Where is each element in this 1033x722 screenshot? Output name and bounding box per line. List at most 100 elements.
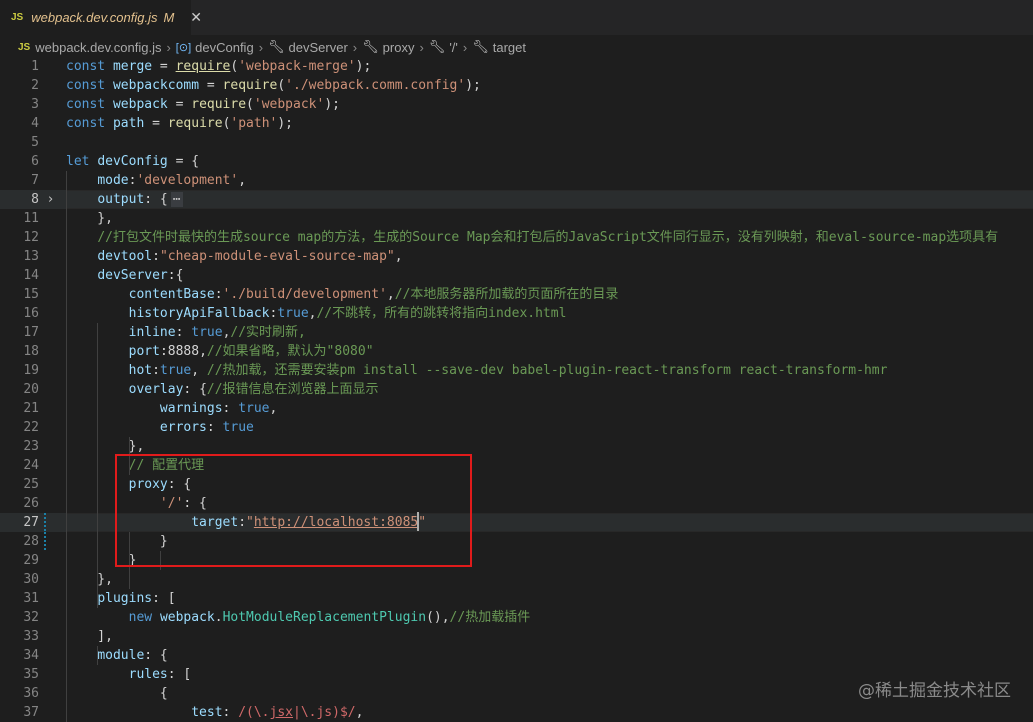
code-token: : [	[167, 667, 192, 682]
line-number: 35	[23, 667, 39, 682]
code-line[interactable]: 12 //打包文件时最快的生成source map的方法，生成的Source M…	[0, 228, 1033, 247]
code-line[interactable]: 32 new webpack.HotModuleReplacementPlugi…	[0, 608, 1033, 627]
code-token: mode	[97, 173, 129, 188]
tab-webpack-dev-config[interactable]: JS webpack.dev.config.js M ✕	[0, 0, 202, 35]
code-token: port	[128, 344, 160, 359]
code-line[interactable]: 19 hot:true, //热加载，还需要安装pm install --sav…	[0, 361, 1033, 380]
code-token: 'webpack-merge'	[238, 59, 356, 74]
close-icon[interactable]: ✕	[190, 9, 202, 26]
code-line[interactable]: 18 port:8888,//如果省略，默认为"8080"	[0, 342, 1033, 361]
code-token: true	[191, 325, 223, 340]
line-number: 6	[31, 154, 39, 169]
code-line[interactable]: 5	[0, 133, 1033, 152]
code-token: },	[66, 572, 113, 587]
code-token: : {	[183, 382, 207, 397]
line-number: 18	[23, 344, 39, 359]
line-number: 8	[31, 192, 39, 207]
code-token: './build/development'	[222, 287, 387, 302]
folded-ellipsis[interactable]: ⋯	[170, 192, 183, 207]
line-number: 31	[23, 591, 39, 606]
indent-guide	[97, 323, 99, 608]
line-number: 3	[31, 97, 39, 112]
code-editor[interactable]: 1 const merge = require('webpack-merge');…	[0, 57, 1033, 722]
code-text: hot:true, //热加载，还需要安装pm install --save-d…	[66, 361, 888, 380]
code-token: webpack	[112, 97, 168, 112]
breadcrumb: JS webpack.dev.config.js › [⊙] devConfig…	[0, 36, 1033, 58]
code-line[interactable]: 8 › output: {⋯	[0, 190, 1033, 209]
code-token: 'webpack'	[253, 97, 325, 112]
code-token: contentBase	[128, 287, 215, 302]
code-token: let	[66, 154, 98, 169]
code-line[interactable]: 11 },	[0, 209, 1033, 228]
code-token: errors	[159, 420, 207, 435]
code-token: {	[66, 686, 168, 701]
code-line[interactable]: 30 },	[0, 570, 1033, 589]
breadcrumb-devserver[interactable]: devServer	[289, 40, 348, 55]
code-token: =	[167, 97, 192, 112]
code-text: output: {⋯	[66, 190, 183, 209]
code-line[interactable]: 33 ],	[0, 627, 1033, 646]
git-modified-marker[interactable]	[44, 532, 46, 551]
git-modified-marker[interactable]	[44, 513, 46, 532]
wrench-icon: 🔧︎	[362, 39, 379, 54]
code-line[interactable]: 13 devtool:"cheap-module-eval-source-map…	[0, 247, 1033, 266]
code-token: //不跳转，所有的跳转将指向index.html	[316, 306, 567, 321]
line-number: 36	[23, 686, 39, 701]
code-text: new webpack.HotModuleReplacementPlugin()…	[66, 608, 531, 627]
code-token: (	[246, 97, 254, 112]
code-token: },	[66, 211, 113, 226]
code-token: =	[152, 59, 176, 74]
code-line[interactable]: 15 contentBase:'./build/development',//本…	[0, 285, 1033, 304]
line-number: 29	[23, 553, 39, 568]
tab-bar: JS webpack.dev.config.js M ✕	[0, 0, 1033, 35]
code-text: rules: [	[66, 665, 192, 684]
code-line[interactable]: 20 overlay: {//报错信息在浏览器上面显示	[0, 380, 1033, 399]
code-text: contentBase:'./build/development',//本地服务…	[66, 285, 619, 304]
code-line[interactable]: 7 mode:'development',	[0, 171, 1033, 190]
code-text: {	[66, 684, 168, 703]
code-text: port:8888,//如果省略，默认为"8080"	[66, 342, 374, 361]
fold-chevron-icon[interactable]: ›	[48, 190, 53, 209]
code-token: : {	[144, 648, 168, 663]
code-line[interactable]: 37 test: /(\.jsx|\.js)$/,	[0, 703, 1033, 722]
code-token: //实时刷新,	[230, 325, 306, 340]
code-token: (),	[426, 610, 450, 625]
chevron-right-icon: ›	[352, 39, 358, 55]
breadcrumb-devconfig[interactable]: devConfig	[195, 40, 254, 55]
code-line[interactable]: 1 const merge = require('webpack-merge');	[0, 57, 1033, 76]
line-number: 25	[23, 477, 39, 492]
code-text: },	[66, 209, 113, 228]
breadcrumb-file[interactable]: webpack.dev.config.js	[35, 40, 161, 55]
breadcrumb-proxy[interactable]: proxy	[383, 40, 415, 55]
code-token: overlay	[128, 382, 184, 397]
code-line[interactable]: 14 devServer:{	[0, 266, 1033, 285]
wrench-icon: 🔧︎	[428, 39, 446, 54]
code-line[interactable]: 16 historyApiFallback:true,//不跳转，所有的跳转将指…	[0, 304, 1033, 323]
code-line[interactable]: 6 let devConfig = {	[0, 152, 1033, 171]
code-text: const webpackcomm = require('./webpack.c…	[66, 76, 481, 95]
code-line[interactable]: 17 inline: true,//实时刷新,	[0, 323, 1033, 342]
line-number: 11	[23, 211, 39, 226]
line-number: 19	[23, 363, 39, 378]
code-line[interactable]: 34 module: {	[0, 646, 1033, 665]
code-line[interactable]: 31 plugins: [	[0, 589, 1033, 608]
code-line[interactable]: 21 warnings: true,	[0, 399, 1033, 418]
code-token: :	[222, 401, 239, 416]
code-line[interactable]: 22 errors: true	[0, 418, 1033, 437]
variable-icon: [⊙]	[175, 41, 192, 54]
breadcrumb-slash[interactable]: '/'	[449, 40, 458, 55]
code-token: 'development'	[136, 173, 239, 188]
code-text: historyApiFallback:true,//不跳转，所有的跳转将指向in…	[66, 304, 567, 323]
line-number: 22	[23, 420, 39, 435]
code-line[interactable]: 3 const webpack = require('webpack');	[0, 95, 1033, 114]
code-token: ,	[394, 249, 403, 264]
code-token: //打包文件时最快的生成source map的方法，生成的Source Map会…	[97, 230, 999, 245]
code-line[interactable]: 4 const path = require('path');	[0, 114, 1033, 133]
line-number: 24	[23, 458, 39, 473]
code-line[interactable]: 2 const webpackcomm = require('./webpack.…	[0, 76, 1033, 95]
breadcrumb-target[interactable]: target	[493, 40, 526, 55]
